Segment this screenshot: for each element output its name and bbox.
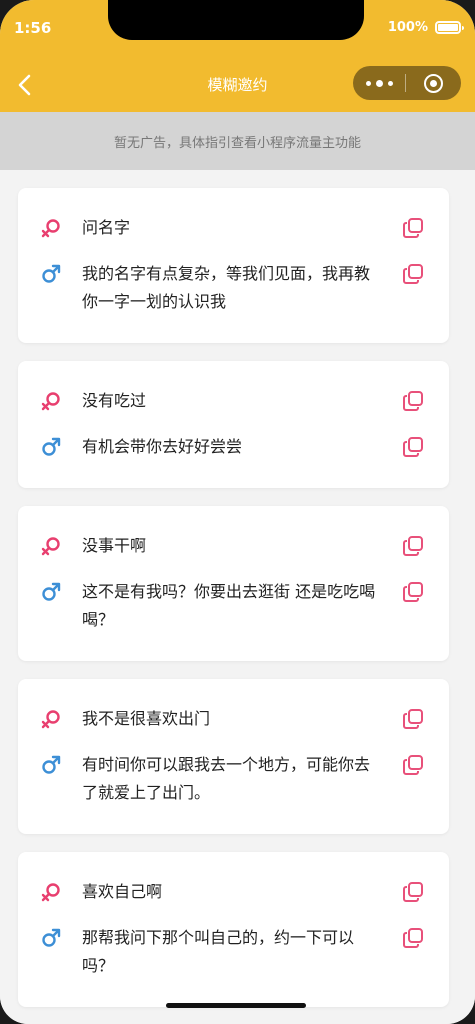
copy-icon[interactable]: [402, 535, 424, 557]
copy-icon[interactable]: [402, 927, 424, 949]
more-dot-icon: [387, 80, 393, 86]
mini-program-capsule: [353, 66, 461, 100]
ad-text: 暂无广告，具体指引查看小程序流量主功能: [113, 135, 361, 151]
male-line-text: 这不是有我吗？你要出去逛街 还是吃吃喝喝？: [82, 582, 376, 629]
conversation-card: 没有吃过 有机会带你去好好尝尝: [18, 361, 449, 488]
status-time: 1:56: [14, 19, 52, 37]
phone-screen: 1:56 100% 模糊邀约 暂无广告，具体指引查看小程序流量主功能 问名字 我…: [0, 0, 475, 1024]
copy-icon[interactable]: [402, 881, 424, 903]
conversation-card: 没事干啊 这不是有我吗？你要出去逛街 还是吃吃喝喝？: [18, 506, 449, 661]
female-icon: [41, 219, 60, 238]
female-icon: [41, 710, 60, 729]
copy-icon[interactable]: [402, 217, 424, 239]
copy-icon[interactable]: [402, 390, 424, 412]
more-button[interactable]: [353, 66, 405, 100]
male-line-text: 那帮我问下那个叫自己的，约一下可以吗？: [82, 928, 355, 975]
female-line-text: 问名字: [82, 218, 131, 237]
conversation-card: 我不是很喜欢出门 有时间你可以跟我去一个地方，可能你去了就爱上了出门。: [18, 679, 449, 834]
male-icon: [42, 928, 61, 947]
battery-icon: [435, 21, 464, 34]
close-button[interactable]: [406, 66, 460, 100]
conversation-card: 喜欢自己啊 那帮我问下那个叫自己的，约一下可以吗？: [18, 852, 449, 1007]
conversation-card: 问名字 我的名字有点复杂，等我们见面，我再教你一字一划的认识我: [18, 188, 449, 343]
status-bar-right: 100%: [387, 20, 464, 35]
battery-percent: 100%: [387, 20, 428, 35]
female-line-text: 喜欢自己啊: [82, 882, 163, 901]
copy-icon[interactable]: [402, 263, 424, 285]
male-line-text: 有时间你可以跟我去一个地方，可能你去了就爱上了出门。: [82, 755, 371, 802]
male-icon: [42, 437, 61, 456]
female-line-text: 没事干啊: [82, 536, 147, 555]
copy-icon[interactable]: [402, 581, 424, 603]
navigation-bar: 模糊邀约: [0, 60, 475, 108]
male-icon: [42, 264, 61, 283]
notch: [108, 0, 364, 40]
more-dot-icon: [375, 79, 383, 87]
conversation-list[interactable]: 问名字 我的名字有点复杂，等我们见面，我再教你一字一划的认识我 没有吃过 有机会…: [0, 170, 475, 1024]
female-line-text: 没有吃过: [82, 391, 147, 410]
male-line-text: 有机会带你去好好尝尝: [82, 437, 243, 456]
more-dot-icon: [365, 80, 371, 86]
male-line-text: 我的名字有点复杂，等我们见面，我再教你一字一划的认识我: [82, 264, 371, 311]
home-indicator: [166, 1003, 306, 1008]
female-line-text: 我不是很喜欢出门: [82, 709, 211, 728]
male-icon: [42, 755, 61, 774]
male-icon: [42, 582, 61, 601]
copy-icon[interactable]: [402, 436, 424, 458]
header: 1:56 100% 模糊邀约: [0, 0, 475, 112]
copy-icon[interactable]: [402, 708, 424, 730]
ad-banner: 暂无广告，具体指引查看小程序流量主功能: [0, 112, 475, 170]
copy-icon[interactable]: [402, 754, 424, 776]
female-icon: [41, 392, 60, 411]
female-icon: [41, 883, 60, 902]
female-icon: [41, 537, 60, 556]
target-close-icon: [423, 73, 443, 93]
